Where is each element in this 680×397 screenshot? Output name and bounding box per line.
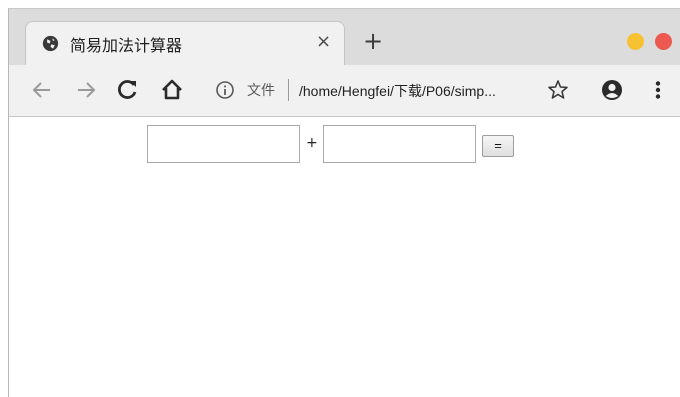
tab-strip: 简易加法计算器 × + xyxy=(9,9,680,65)
omnibox-divider xyxy=(288,79,289,101)
address-bar-url[interactable]: /home/Hengfei/下载/P06/simp... xyxy=(299,81,537,101)
account-icon[interactable] xyxy=(599,77,625,103)
browser-window: 简易加法计算器 × + 文件 /home/Hengfei/下载/P06/simp… xyxy=(8,8,680,397)
tab-title: 简易加法计算器 xyxy=(70,36,183,55)
forward-arrow-icon[interactable] xyxy=(73,77,99,103)
tab-active[interactable]: 简易加法计算器 × xyxy=(25,21,345,65)
window-minimize-button[interactable] xyxy=(627,33,644,50)
back-arrow-icon[interactable] xyxy=(29,77,55,103)
plus-sign: + xyxy=(306,135,318,151)
window-close-button[interactable] xyxy=(655,33,672,50)
home-icon[interactable] xyxy=(159,77,185,103)
equals-button[interactable]: = xyxy=(482,135,514,157)
more-vertical-icon[interactable] xyxy=(645,77,671,103)
globe-icon xyxy=(42,35,59,52)
reload-icon[interactable] xyxy=(115,77,141,103)
operand2-input[interactable] xyxy=(323,125,476,163)
star-icon[interactable] xyxy=(545,77,571,103)
operand1-input[interactable] xyxy=(147,125,300,163)
page-content: + = xyxy=(9,117,680,397)
file-scheme-label: 文件 xyxy=(247,83,275,99)
info-icon[interactable] xyxy=(215,80,235,100)
browser-toolbar: 文件 /home/Hengfei/下载/P06/simp... xyxy=(9,65,680,117)
tab-close-button[interactable]: × xyxy=(316,31,331,52)
new-tab-button[interactable]: + xyxy=(363,29,383,53)
